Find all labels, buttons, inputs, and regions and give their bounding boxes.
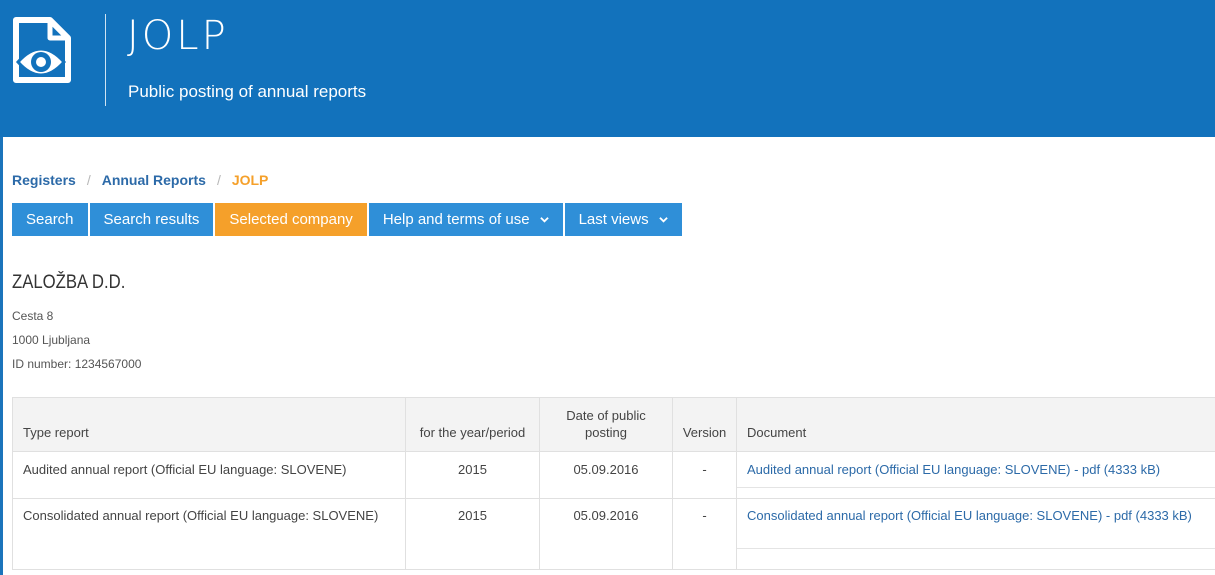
chevron-down-icon	[658, 217, 668, 223]
header-type-report: Type report	[12, 397, 406, 452]
header-version: Version	[672, 397, 737, 452]
last-views-dropdown[interactable]: Last views	[564, 203, 682, 236]
search-results-label: Search results	[103, 211, 200, 228]
table-row: Consolidated annual report (Official EU …	[12, 498, 1215, 570]
search-button-label: Search	[26, 211, 74, 228]
cell-year: 2015	[405, 451, 540, 499]
company-street: Cesta 8	[12, 309, 54, 323]
selected-company-button[interactable]: Selected company	[215, 203, 367, 236]
chevron-down-icon	[539, 217, 549, 223]
company-city: 1000 Ljubljana	[12, 333, 91, 347]
document-eye-icon[interactable]	[10, 16, 78, 84]
cell-version: -	[672, 498, 737, 570]
breadcrumb-separator: /	[86, 172, 91, 188]
breadcrumb-annual-reports[interactable]: Annual Reports	[102, 172, 206, 188]
help-terms-dropdown[interactable]: Help and terms of use	[368, 203, 563, 236]
document-link[interactable]: Consolidated annual report (Official EU …	[737, 507, 1215, 549]
header-posting-date: Date of public posting	[539, 397, 673, 452]
cell-type-report: Audited annual report (Official EU langu…	[12, 451, 406, 499]
main-nav: Search Search results Selected company H…	[12, 203, 684, 236]
company-name: ZALOŽBA D.D.	[12, 272, 126, 293]
cell-version: -	[672, 451, 737, 499]
cell-year: 2015	[405, 498, 540, 570]
breadcrumb: Registers / Annual Reports / JOLP	[12, 172, 268, 188]
table-row: Audited annual report (Official EU langu…	[12, 451, 1215, 499]
search-button[interactable]: Search	[12, 203, 88, 236]
app-title: JOLP	[127, 13, 229, 59]
last-views-label: Last views	[578, 211, 649, 228]
cell-date: 05.09.2016	[539, 451, 673, 499]
cell-type-report: Consolidated annual report (Official EU …	[12, 498, 406, 570]
help-terms-label: Help and terms of use	[382, 211, 530, 228]
company-id-number: ID number: 1234567000	[12, 357, 142, 371]
breadcrumb-jolp: JOLP	[231, 172, 269, 188]
app-header: JOLP Public posting of annual reports	[0, 0, 1215, 137]
search-results-button[interactable]: Search results	[89, 203, 214, 236]
cell-document: Audited annual report (Official EU langu…	[736, 451, 1215, 499]
header-year-period: for the year/period	[405, 397, 540, 452]
cell-date: 05.09.2016	[539, 498, 673, 570]
selected-company-label: Selected company	[229, 211, 353, 228]
document-link[interactable]: Audited annual report (Official EU langu…	[737, 461, 1215, 488]
header-document: Document	[736, 397, 1215, 452]
table-header-row: Type report for the year/period Date of …	[12, 397, 1215, 452]
reports-table: Type report for the year/period Date of …	[12, 397, 1215, 570]
breadcrumb-separator: /	[216, 172, 221, 188]
header-divider	[105, 14, 106, 106]
cell-document: Consolidated annual report (Official EU …	[736, 498, 1215, 570]
breadcrumb-registers[interactable]: Registers	[12, 172, 76, 188]
app-subtitle: Public posting of annual reports	[128, 82, 367, 101]
